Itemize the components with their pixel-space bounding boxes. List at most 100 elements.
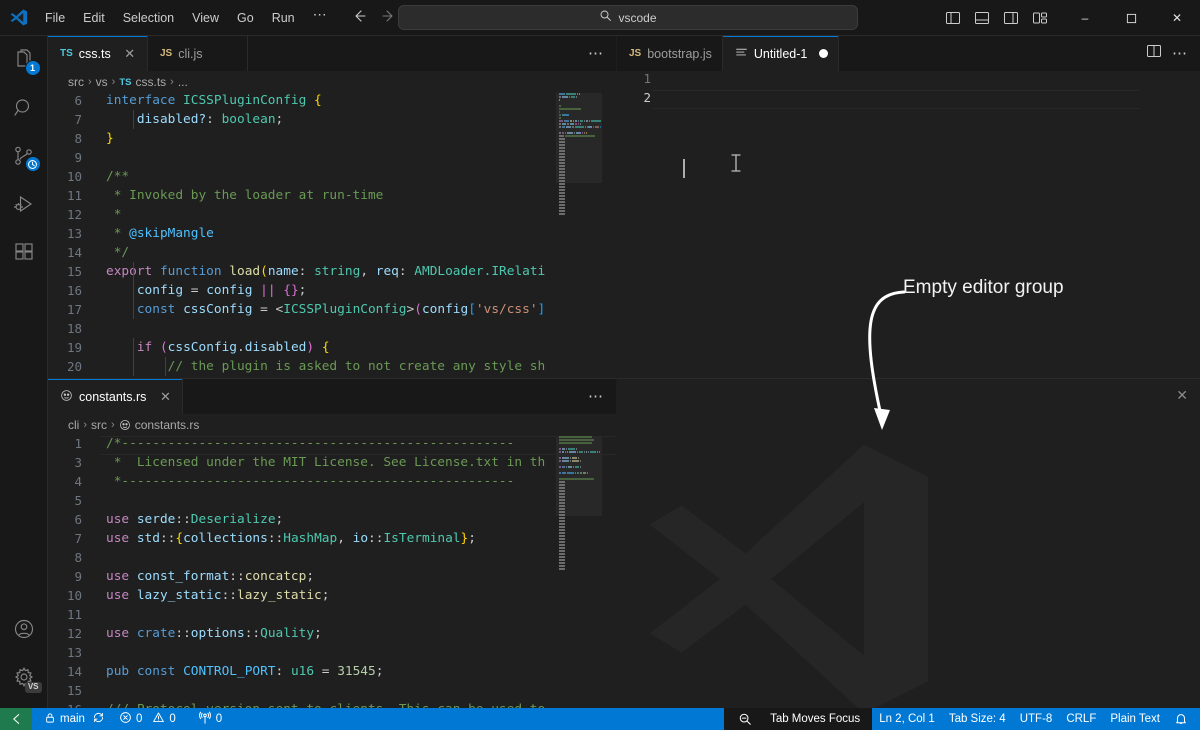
arrow-left-icon[interactable]	[351, 8, 367, 27]
maximize-button[interactable]	[1108, 0, 1154, 36]
activity-bar: 1	[0, 36, 48, 711]
tab-untitled-1[interactable]: Untitled-1	[723, 36, 840, 71]
editor-actions-more-icon[interactable]: ⋯	[588, 392, 604, 401]
tab-bootstrap-js[interactable]: JS bootstrap.js	[617, 36, 723, 71]
breadcrumb-item-file[interactable]: css.ts	[135, 75, 166, 89]
sidebar-item-run-and-debug[interactable]	[0, 180, 48, 228]
code-line: 14pub const CONTROL_PORT: u16 = 31545;	[48, 662, 616, 681]
breadcrumb-item-src[interactable]: src	[68, 75, 84, 89]
editor-actions-more-icon[interactable]: ⋯	[1172, 49, 1188, 58]
command-center[interactable]: vscode	[398, 5, 858, 30]
code-text: use const_format::concatcp;	[100, 569, 314, 584]
tab-css-ts[interactable]: TS css.ts ✕	[48, 36, 148, 71]
layout-controls	[944, 0, 1048, 36]
minimize-button[interactable]: –	[1062, 0, 1108, 36]
status-notifications[interactable]	[1167, 708, 1200, 730]
close-button[interactable]: ✕	[1154, 0, 1200, 36]
breadcrumb-item-more[interactable]: ...	[178, 75, 188, 89]
command-center-text: vscode	[618, 11, 656, 25]
status-indentation[interactable]: Tab Size: 4	[942, 708, 1013, 730]
code-editor-untitled-1[interactable]: 12	[617, 71, 1200, 377]
code-line: 6use serde::Deserialize;	[48, 510, 616, 529]
dirty-indicator[interactable]	[819, 49, 828, 58]
vscode-window: File Edit Selection View Go Run ⋯	[0, 0, 1200, 730]
radio-tower-icon	[198, 711, 212, 728]
code-line: 13 * @skipMangle	[48, 224, 616, 243]
code-line: 9use const_format::concatcp;	[48, 567, 616, 586]
manage-settings-button[interactable]: VS	[0, 653, 48, 701]
line-number: 20	[48, 359, 100, 374]
breadcrumb-item-cli[interactable]: cli	[68, 418, 79, 432]
code-line: 9	[48, 148, 616, 167]
code-text: config = config || {};	[100, 283, 306, 298]
sync-icon[interactable]	[92, 711, 105, 727]
javascript-file-icon: JS	[160, 48, 172, 59]
remote-indicator[interactable]	[0, 708, 32, 730]
code-text: *---------------------------------------…	[100, 474, 514, 489]
menu-edit[interactable]: Edit	[75, 7, 113, 29]
menu-file[interactable]: File	[37, 7, 73, 29]
editor-actions-more-icon[interactable]: ⋯	[588, 49, 604, 58]
line-number: 11	[48, 188, 100, 203]
menu-go[interactable]: Go	[229, 7, 262, 29]
annotation-label: Empty editor group	[903, 277, 1064, 299]
breadcrumb-item-src[interactable]: src	[91, 418, 107, 432]
status-tab-moves-focus[interactable]: Tab Moves Focus	[766, 708, 872, 730]
chevron-right-icon: ›	[112, 76, 116, 88]
toggle-panel-icon[interactable]	[973, 10, 990, 27]
customize-layout-icon[interactable]	[1031, 10, 1048, 27]
line-number: 7	[48, 531, 100, 546]
menu-bar: File Edit Selection View Go Run ⋯	[36, 0, 337, 36]
rust-file-icon	[119, 419, 131, 431]
status-problems[interactable]: 0 0	[112, 708, 183, 730]
toggle-secondary-sidebar-icon[interactable]	[1002, 10, 1019, 27]
minimap-bottom-left[interactable]	[556, 436, 602, 571]
status-editor-position[interactable]: Ln 2, Col 1	[872, 708, 942, 730]
menu-more[interactable]: ⋯	[305, 6, 336, 29]
close-icon[interactable]: ✕	[158, 389, 172, 405]
chevron-right-icon: ›	[111, 419, 115, 431]
status-language-mode[interactable]: Plain Text	[1103, 708, 1167, 730]
line-number: 19	[48, 340, 100, 355]
code-editor-constants-rs[interactable]: 1/*-------------------------------------…	[48, 436, 616, 708]
warning-icon	[152, 711, 165, 727]
tab-label: Untitled-1	[754, 47, 808, 61]
error-count: 0	[136, 713, 142, 725]
line-number: 6	[48, 93, 100, 108]
tab-constants-rs[interactable]: constants.rs ✕	[48, 379, 183, 414]
status-search[interactable]	[724, 708, 766, 730]
sidebar-item-extensions[interactable]	[0, 228, 48, 276]
status-ports[interactable]: 0	[191, 708, 229, 730]
vscode-logo-icon	[0, 0, 36, 36]
breadcrumb-item-file[interactable]: constants.rs	[135, 418, 200, 432]
menu-run[interactable]: Run	[264, 7, 303, 29]
minimap-top-left[interactable]	[556, 93, 602, 216]
tab-bar-top-left: TS css.ts ✕ JS cli.js ⋯	[48, 36, 616, 71]
line-number: 9	[48, 150, 100, 165]
accounts-button[interactable]	[0, 605, 48, 653]
sidebar-item-source-control[interactable]	[0, 132, 48, 180]
menu-view[interactable]: View	[184, 7, 227, 29]
sidebar-item-explorer[interactable]: 1	[0, 36, 48, 84]
editor-group-bottom-left: constants.rs ✕ ⋯ cli › src › constants.r…	[48, 378, 616, 708]
breadcrumb-item-vs[interactable]: vs	[96, 75, 108, 89]
menu-selection[interactable]: Selection	[115, 7, 182, 29]
tab-cli-js[interactable]: JS cli.js	[148, 36, 248, 71]
line-number: 5	[48, 493, 100, 508]
status-eol[interactable]: CRLF	[1059, 708, 1103, 730]
code-editor-css-ts[interactable]: 6interface ICSSPluginConfig {7 disabled?…	[48, 93, 616, 377]
toggle-primary-sidebar-icon[interactable]	[944, 10, 961, 27]
split-editor-right-icon[interactable]	[1146, 43, 1162, 64]
close-icon[interactable]: ✕	[123, 46, 137, 62]
status-branch[interactable]: main	[32, 708, 112, 730]
typescript-file-icon: TS	[119, 77, 131, 88]
close-group-icon[interactable]: ✕	[1176, 387, 1188, 404]
code-text: interface ICSSPluginConfig {	[100, 93, 322, 108]
code-line: 18	[48, 319, 616, 338]
editor-group-bottom-right-empty[interactable]: ✕	[617, 378, 1200, 708]
sidebar-item-search[interactable]	[0, 84, 48, 132]
line-number: 1	[617, 71, 669, 86]
arrow-right-icon[interactable]	[381, 8, 397, 27]
status-encoding[interactable]: UTF-8	[1013, 708, 1060, 730]
line-number: 8	[48, 550, 100, 565]
